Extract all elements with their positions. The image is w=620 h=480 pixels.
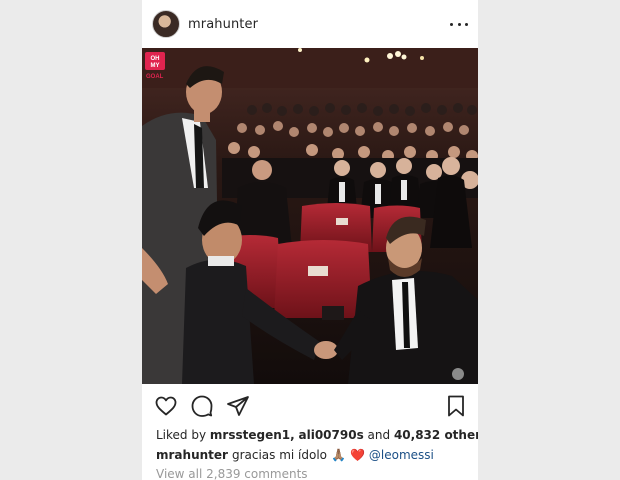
user-avatar[interactable] xyxy=(152,10,180,38)
caption-mention-link[interactable]: @leomessi xyxy=(369,448,434,462)
instagram-post-card: mrahunter OH MY GOAL Liked by mrsstegen1… xyxy=(142,0,478,480)
caption-emoji-pray: 🙏🏽 xyxy=(331,448,346,462)
heart-icon[interactable] xyxy=(154,394,178,418)
liked-by-prefix: Liked by xyxy=(156,428,207,442)
comment-bubble-icon[interactable] xyxy=(190,394,214,418)
more-options-icon[interactable] xyxy=(450,19,468,29)
photo-watermark: OH MY xyxy=(145,52,165,70)
likes-count-link[interactable]: 40,832 others xyxy=(394,428,478,442)
post-caption: mrahunter gracias mi ídolo 🙏🏽 ❤️ @leomes… xyxy=(156,448,434,462)
liked-by-user-link[interactable]: mrsstegen1, xyxy=(210,428,295,442)
post-header: mrahunter xyxy=(142,0,478,48)
caption-emoji-heart: ❤️ xyxy=(349,448,365,462)
post-photo[interactable]: OH MY GOAL xyxy=(142,48,478,384)
post-username[interactable]: mrahunter xyxy=(188,17,258,32)
caption-username[interactable]: mrahunter xyxy=(156,448,228,462)
liked-by-and: and xyxy=(367,428,391,442)
post-actions-bar xyxy=(142,392,478,420)
bookmark-icon[interactable] xyxy=(444,394,468,418)
caption-text: gracias mi ídolo xyxy=(231,448,328,462)
liked-by-user-link[interactable]: ali00790s xyxy=(299,428,364,442)
svg-text:MY: MY xyxy=(151,63,160,69)
svg-text:OH: OH xyxy=(151,56,160,62)
svg-text:GOAL: GOAL xyxy=(146,74,164,80)
send-paper-plane-icon[interactable] xyxy=(226,394,250,418)
likes-summary: Liked by mrsstegen1, ali00790s and 40,83… xyxy=(156,428,478,442)
view-all-comments-link[interactable]: View all 2,839 comments xyxy=(156,467,308,480)
